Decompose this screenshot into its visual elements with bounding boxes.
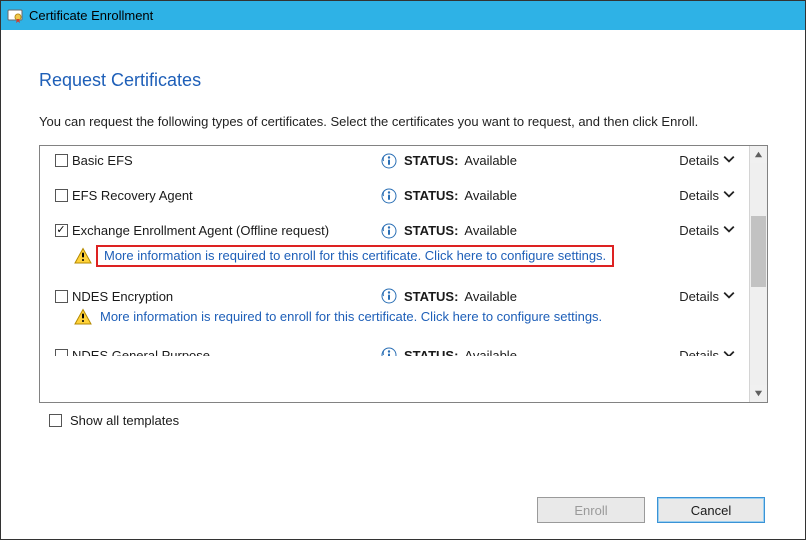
status-value: Available bbox=[458, 348, 679, 357]
warning-icon bbox=[74, 247, 92, 265]
chevron-down-icon bbox=[723, 223, 735, 238]
enroll-button[interactable]: Enroll bbox=[537, 497, 645, 523]
status-label: STATUS: bbox=[404, 153, 458, 168]
details-label: Details bbox=[679, 289, 719, 304]
certificate-name: NDES Encryption bbox=[72, 289, 374, 304]
vertical-scrollbar[interactable] bbox=[749, 146, 767, 402]
certificate-row: NDES Encryption STATUS: AvailableDetails bbox=[40, 285, 749, 306]
info-icon bbox=[374, 188, 404, 204]
certificate-checkbox[interactable] bbox=[55, 349, 68, 357]
certificate-row: Basic EFS STATUS: AvailableDetails bbox=[40, 150, 749, 171]
status-value: Available bbox=[458, 153, 679, 168]
certificate-checkbox[interactable] bbox=[55, 290, 68, 303]
enrollment-warning-row: More information is required to enroll f… bbox=[40, 306, 749, 330]
status-label: STATUS: bbox=[404, 188, 458, 203]
show-all-templates-label: Show all templates bbox=[70, 413, 179, 428]
chevron-down-icon bbox=[723, 289, 735, 304]
chevron-down-icon bbox=[723, 153, 735, 168]
status-label: STATUS: bbox=[404, 289, 458, 304]
show-all-templates-checkbox[interactable] bbox=[49, 414, 62, 427]
chevron-down-icon bbox=[723, 188, 735, 203]
status-value: Available bbox=[458, 289, 679, 304]
certificate-name: Exchange Enrollment Agent (Offline reque… bbox=[72, 223, 362, 239]
details-toggle[interactable]: Details bbox=[679, 223, 735, 238]
details-label: Details bbox=[679, 153, 719, 168]
status-value: Available bbox=[458, 188, 679, 203]
certificate-icon bbox=[7, 8, 23, 24]
certificate-name: EFS Recovery Agent bbox=[72, 188, 374, 203]
certificate-checkbox[interactable] bbox=[55, 224, 68, 237]
details-label: Details bbox=[679, 223, 719, 238]
details-toggle[interactable]: Details bbox=[679, 289, 735, 304]
details-toggle[interactable]: Details bbox=[679, 153, 735, 168]
info-icon bbox=[374, 223, 404, 239]
status-label: STATUS: bbox=[404, 223, 458, 238]
certificate-row: Exchange Enrollment Agent (Offline reque… bbox=[40, 220, 749, 241]
enrollment-warning-row: More information is required to enroll f… bbox=[40, 243, 749, 272]
details-toggle[interactable]: Details bbox=[679, 348, 735, 357]
certificate-name: Basic EFS bbox=[72, 153, 374, 168]
page-description: You can request the following types of c… bbox=[39, 113, 767, 131]
warning-icon bbox=[74, 308, 92, 326]
titlebar: Certificate Enrollment bbox=[1, 1, 805, 30]
scroll-track[interactable] bbox=[750, 163, 767, 385]
status-label: STATUS: bbox=[404, 348, 458, 357]
scroll-down-button[interactable] bbox=[750, 385, 767, 402]
details-label: Details bbox=[679, 188, 719, 203]
info-icon bbox=[374, 288, 404, 304]
chevron-down-icon bbox=[723, 348, 735, 357]
info-icon bbox=[374, 347, 404, 356]
status-value: Available bbox=[458, 223, 679, 238]
details-label: Details bbox=[679, 348, 719, 357]
scroll-up-button[interactable] bbox=[750, 146, 767, 163]
configure-settings-link[interactable]: More information is required to enroll f… bbox=[96, 245, 614, 268]
window-title: Certificate Enrollment bbox=[29, 8, 153, 23]
details-toggle[interactable]: Details bbox=[679, 188, 735, 203]
info-icon bbox=[374, 153, 404, 169]
scroll-thumb[interactable] bbox=[751, 216, 766, 287]
dialog-footer: Enroll Cancel bbox=[537, 497, 765, 523]
certificate-checkbox[interactable] bbox=[55, 154, 68, 167]
cancel-button[interactable]: Cancel bbox=[657, 497, 765, 523]
certificate-row: NDES General Purpose STATUS: AvailableDet… bbox=[40, 344, 749, 356]
page-title: Request Certificates bbox=[39, 70, 767, 91]
show-all-templates-row: Show all templates bbox=[39, 413, 767, 428]
certificate-checkbox[interactable] bbox=[55, 189, 68, 202]
certificate-name: NDES General Purpose bbox=[72, 348, 374, 357]
certificate-row: EFS Recovery Agent STATUS: AvailableDetai… bbox=[40, 185, 749, 206]
configure-settings-link[interactable]: More information is required to enroll f… bbox=[100, 309, 602, 326]
certificates-list: Basic EFSSTATUS: AvailableDetailsEFS Rec… bbox=[39, 145, 768, 403]
